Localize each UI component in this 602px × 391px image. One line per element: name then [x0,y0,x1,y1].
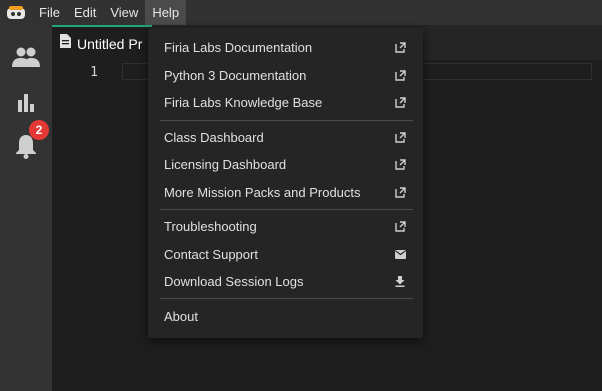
menu-help[interactable]: Help [145,0,187,25]
external-link-icon [393,219,407,233]
line-number: 1 [90,65,98,80]
external-link-icon [393,185,407,199]
notification-badge: 2 [29,120,49,140]
activity-bar: 2 [0,25,52,391]
menu-separator [160,120,413,121]
users-icon[interactable] [10,41,42,73]
menu-item-label: About [164,308,198,324]
menu-item-troubleshooting[interactable]: Troubleshooting [148,213,423,239]
menu-item-label: Download Session Logs [164,273,304,289]
menu-item-label: Troubleshooting [164,218,257,234]
menu-file[interactable]: File [32,0,67,25]
menu-separator [160,209,413,210]
menu-view[interactable]: View [103,0,145,25]
menu-item-knowledge-base[interactable]: Firia Labs Knowledge Base [148,89,423,115]
tab-untitled[interactable]: Untitled Pr [52,25,152,60]
external-link-icon [393,130,407,144]
menubar: File Edit View Help [0,0,602,25]
file-icon [60,34,71,53]
menu-item-download-logs[interactable]: Download Session Logs [148,268,423,294]
app-logo [0,0,32,25]
menu-item-contact-support[interactable]: Contact Support [148,241,423,267]
download-icon [393,274,407,288]
mail-icon [393,247,407,261]
menu-item-label: Firia Labs Knowledge Base [164,94,323,110]
menu-separator [160,298,413,299]
menu-item-class-dashboard[interactable]: Class Dashboard [148,124,423,150]
app-window: File Edit View Help 2 Untitled Pr 1 Firi… [0,0,602,391]
menu-item-firia-docs[interactable]: Firia Labs Documentation [148,34,423,60]
tab-title: Untitled Pr [77,35,143,52]
menu-item-python-docs[interactable]: Python 3 Documentation [148,62,423,88]
menu-item-licensing-dashboard[interactable]: Licensing Dashboard [148,151,423,177]
menu-item-label: Contact Support [164,246,258,262]
external-link-icon [393,95,407,109]
menu-edit[interactable]: Edit [67,0,103,25]
menu-item-label: Class Dashboard [164,129,264,145]
menu-item-about[interactable]: About [148,303,423,329]
help-menu-dropdown: Firia Labs Documentation Python 3 Docume… [148,28,423,338]
external-link-icon [393,157,407,171]
menu-item-label: Licensing Dashboard [164,156,287,172]
menu-item-label: Firia Labs Documentation [164,39,313,55]
menu-item-mission-packs[interactable]: More Mission Packs and Products [148,179,423,205]
bar-chart-icon[interactable] [10,86,42,118]
menu-item-label: More Mission Packs and Products [164,184,361,200]
menu-item-label: Python 3 Documentation [164,67,307,83]
external-link-icon [393,40,407,54]
external-link-icon [393,68,407,82]
